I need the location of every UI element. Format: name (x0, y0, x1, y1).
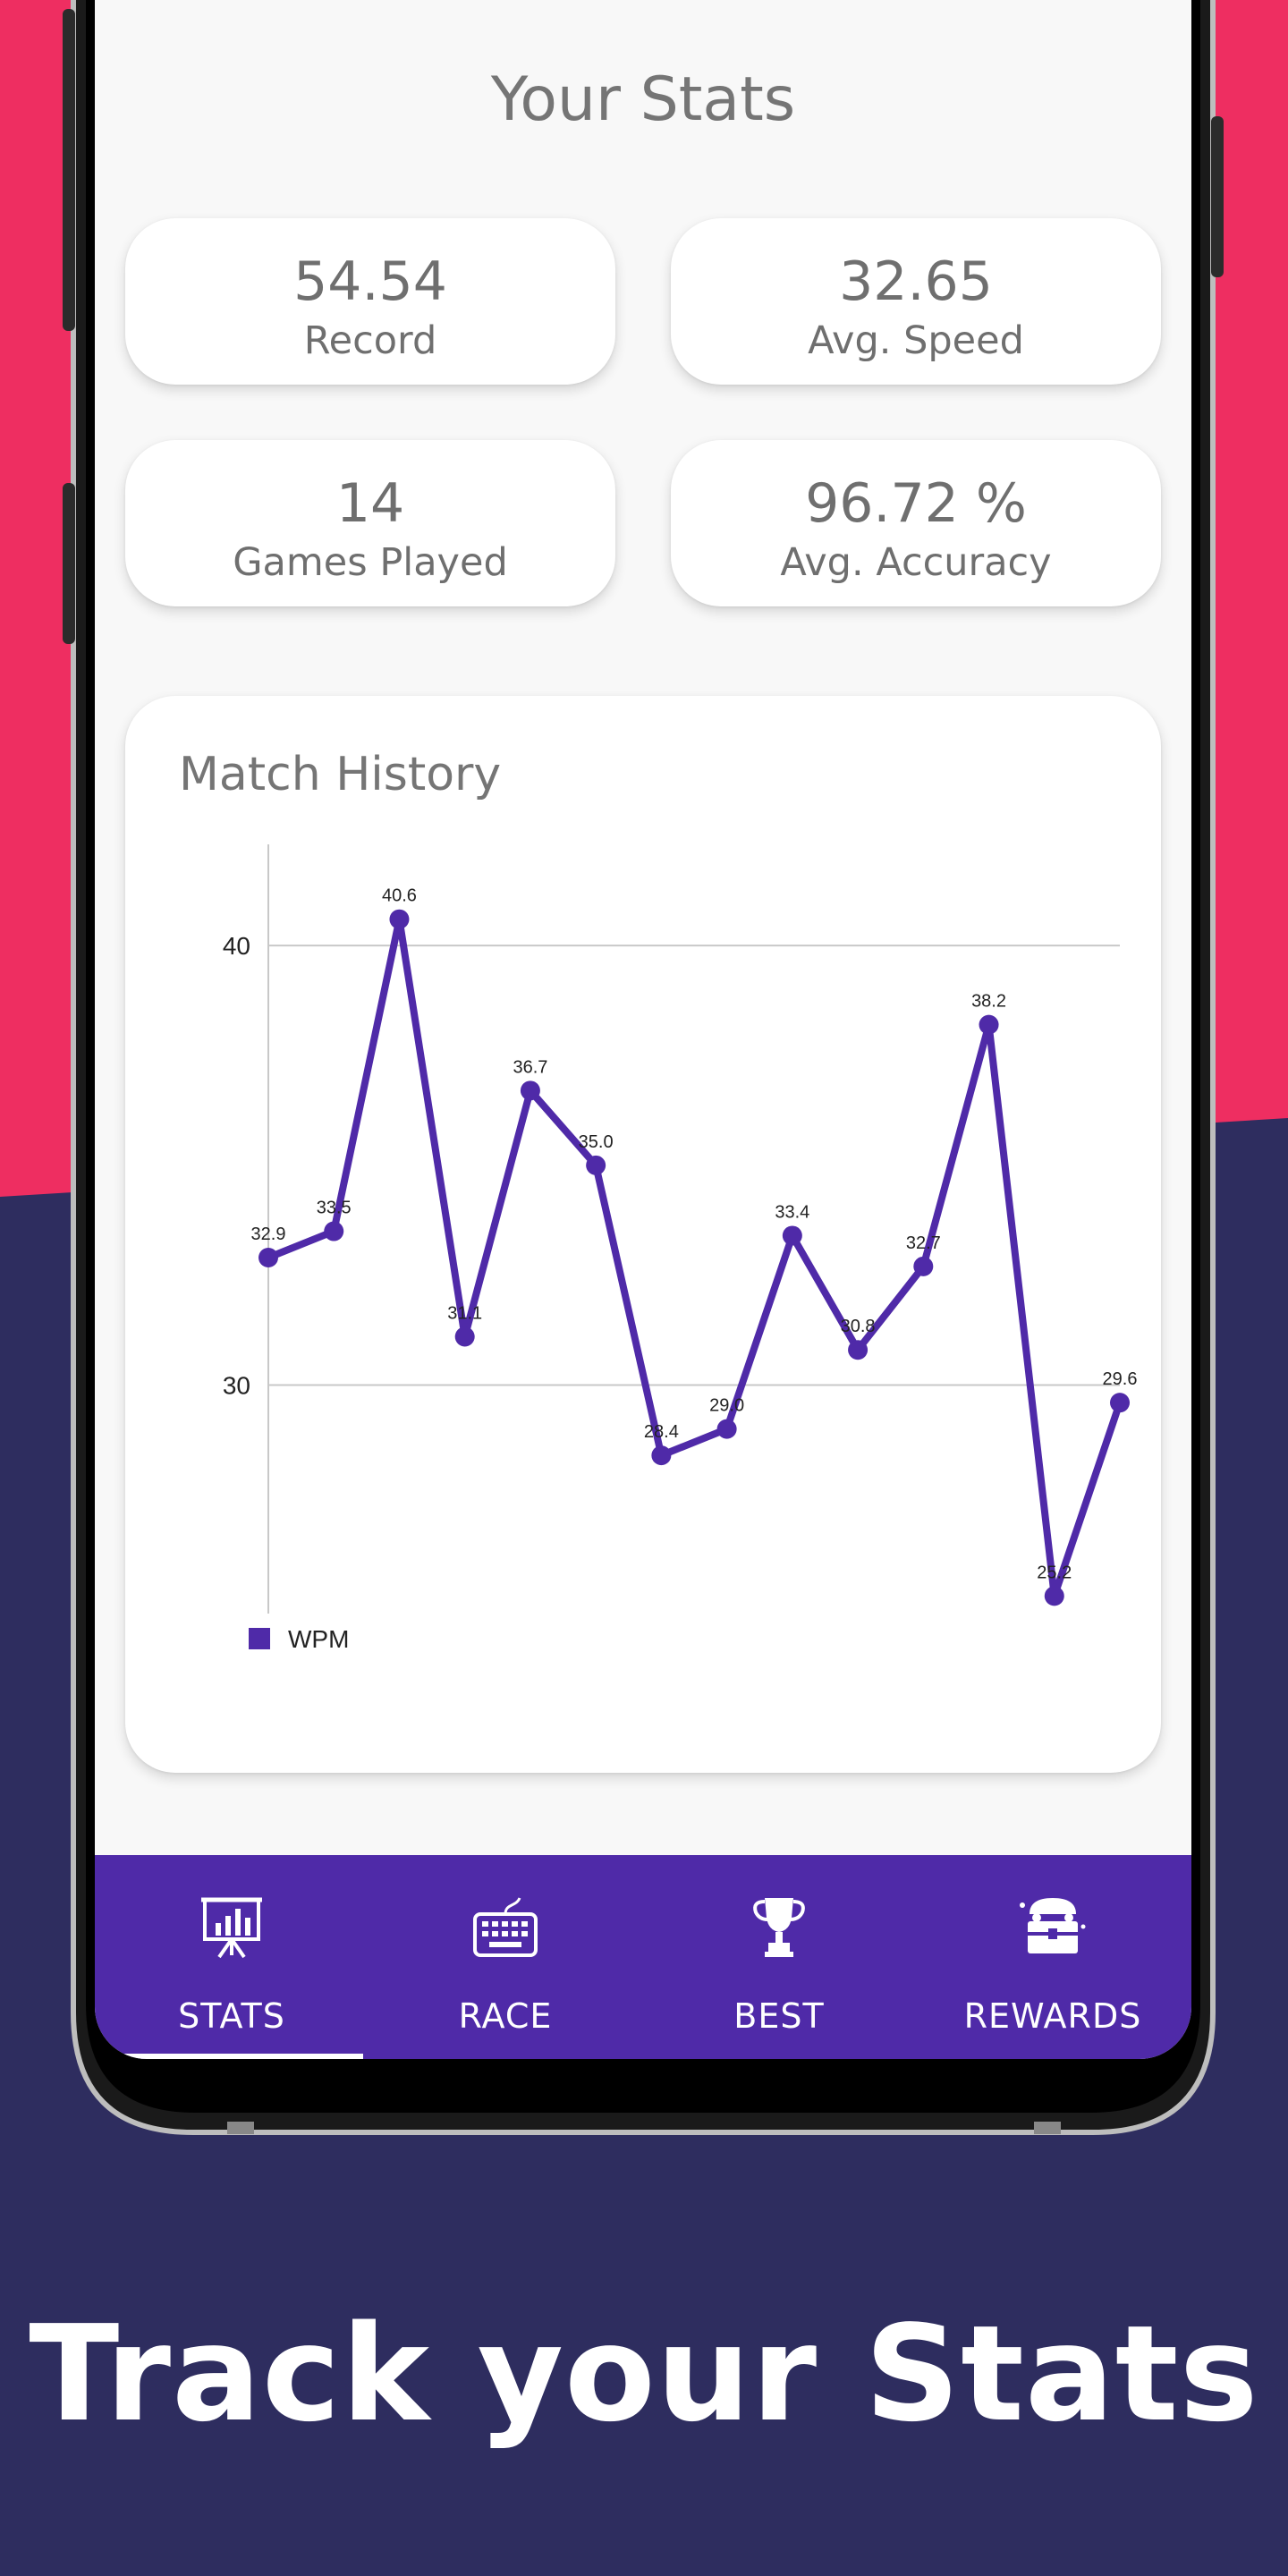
record-value: 54.54 (293, 250, 447, 313)
data-label: 33.5 (317, 1199, 352, 1218)
data-label: 28.4 (644, 1422, 679, 1442)
legend-swatch (249, 1628, 270, 1649)
data-label: 31.1 (447, 1303, 482, 1323)
data-point (782, 1225, 802, 1246)
data-label: 32.9 (251, 1224, 286, 1244)
treasure-chest-icon (1020, 1898, 1086, 1953)
avg-accuracy-label: Avg. Accuracy (780, 540, 1052, 585)
data-label: 33.4 (775, 1202, 809, 1222)
data-point (454, 1326, 475, 1347)
avg-speed-label: Avg. Speed (808, 318, 1024, 363)
stat-card-avg-speed: 32.65 Avg. Speed (671, 218, 1161, 385)
stat-card-record: 54.54 Record (125, 218, 615, 385)
data-point (1044, 1586, 1064, 1606)
keyboard-icon (473, 1897, 538, 1957)
data-point (651, 1445, 672, 1466)
bottom-nav: STATS RACE BEST REWARDS (95, 1855, 1191, 2059)
data-label: 38.2 (971, 992, 1006, 1012)
data-point (716, 1419, 737, 1439)
app-screen: Your Stats 54.54 Record 32.65 Avg. Speed… (95, 0, 1191, 2059)
y-tick-label: 40 (223, 932, 250, 960)
data-point (979, 1014, 999, 1035)
data-label: 29.0 (709, 1396, 744, 1416)
games-played-label: Games Played (233, 540, 508, 585)
games-played-value: 14 (335, 472, 405, 535)
data-label: 25.2 (1037, 1563, 1072, 1582)
data-label: 36.7 (513, 1057, 547, 1077)
nav-item-stats[interactable]: STATS (95, 1855, 369, 2059)
side-button (63, 483, 75, 644)
data-point (389, 909, 410, 929)
trophy-icon (753, 1898, 805, 1957)
nav-item-best[interactable]: BEST (642, 1855, 916, 2059)
data-label: 29.6 (1103, 1369, 1138, 1389)
active-tab-indicator (95, 2054, 363, 2059)
match-history-chart: 30 40 32.9 33.5 40.6 31.1 36.7 35.0 28.4 29.0 33.4… (223, 844, 1138, 1653)
phone-mockup: Your Stats 54.54 Record 32.65 Avg. Speed… (0, 0, 1288, 2165)
data-label: 30.8 (841, 1317, 876, 1336)
data-label: 35.0 (579, 1132, 614, 1152)
data-point (586, 1155, 606, 1175)
nav-label-rewards: REWARDS (963, 1996, 1142, 2036)
match-history-card: Match History 30 40 32.9 33.5 40.6 31.1 36.7 35… (125, 696, 1161, 1773)
nav-label-stats: STATS (178, 1996, 285, 2036)
data-point (848, 1340, 869, 1360)
stat-card-games-played: 14 Games Played (125, 440, 615, 606)
record-label: Record (303, 318, 437, 363)
data-point (913, 1256, 934, 1276)
data-point (324, 1221, 344, 1241)
data-point (258, 1248, 278, 1268)
nav-item-race[interactable]: RACE (369, 1855, 642, 2059)
data-point (520, 1080, 540, 1101)
legend-label: WPM (288, 1625, 349, 1653)
volume-button (63, 9, 75, 331)
avg-accuracy-value: 96.72 % (805, 472, 1027, 535)
data-label: 32.7 (906, 1233, 941, 1253)
data-label: 40.6 (382, 886, 417, 906)
page-title: Your Stats (490, 64, 796, 135)
nav-item-rewards[interactable]: REWARDS (916, 1855, 1190, 2059)
data-point (1110, 1393, 1130, 1413)
avg-speed-value: 32.65 (839, 250, 993, 313)
nav-label-race: RACE (458, 1996, 553, 2036)
power-button (1211, 116, 1224, 277)
y-tick-label: 30 (223, 1372, 250, 1400)
promo-caption: Track your Stats (29, 2297, 1259, 2451)
nav-label-best: BEST (733, 1996, 825, 2036)
stat-card-avg-accuracy: 96.72 % Avg. Accuracy (671, 440, 1161, 606)
presentation-chart-icon (201, 1897, 262, 1959)
